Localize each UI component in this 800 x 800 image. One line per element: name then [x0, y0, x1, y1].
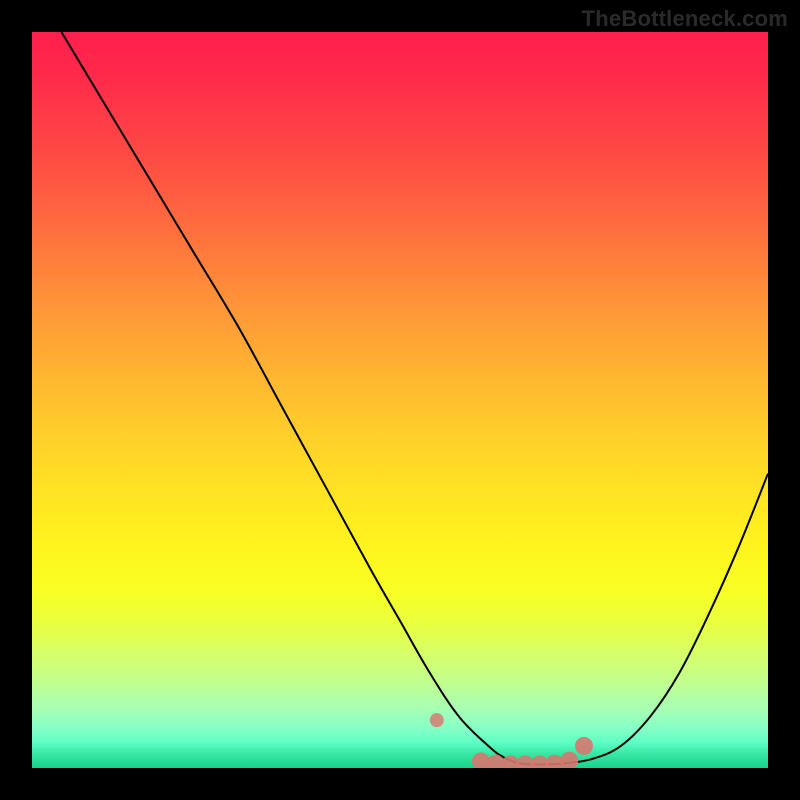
optimal-range-markers — [430, 713, 593, 768]
optimal-marker — [560, 752, 578, 768]
optimal-marker — [575, 737, 593, 755]
chart-plot-area — [32, 32, 768, 768]
optimal-marker — [430, 713, 444, 727]
bottleneck-curve-line — [61, 32, 768, 764]
watermark-text: TheBottleneck.com — [582, 6, 788, 32]
chart-svg — [32, 32, 768, 768]
